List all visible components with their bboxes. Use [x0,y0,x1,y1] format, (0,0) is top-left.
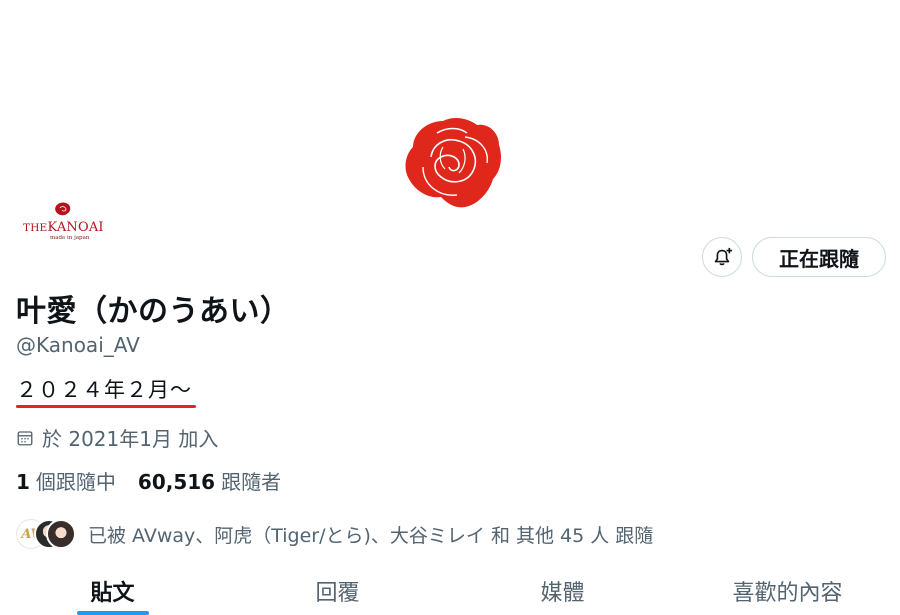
tab-replies[interactable]: 回覆 [225,565,450,615]
following-button[interactable]: 正在跟隨 [752,237,886,277]
profile-avatar[interactable]: THEKANOAI made in japan [12,190,114,260]
tab-likes[interactable]: 喜歡的內容 [675,565,900,615]
rose-logo-icon [405,118,501,208]
tab-media[interactable]: 媒體 [450,565,675,615]
bio-underline [16,405,196,408]
follower-avatars: AV [16,517,76,551]
profile-banner[interactable] [0,0,900,262]
following-count: 1 [16,470,30,494]
calendar-icon [17,430,33,445]
followers-stat[interactable]: 60,516 跟隨者 [138,466,281,495]
followers-label: 跟隨者 [221,470,282,494]
display-name: 叶愛（かのうあい） [16,294,291,329]
avatar-tagline: made in japan [50,235,90,241]
tab-label: 媒體 [540,581,585,606]
profile-tabs: 貼文 回覆 媒體 喜歡的內容 [0,565,900,615]
follow-stats: 1 個跟隨中 60,516 跟隨者 [16,466,281,495]
bio: ２０２４年２月～ [16,378,192,402]
notifications-button[interactable] [702,237,742,277]
tab-posts[interactable]: 貼文 [0,565,225,615]
joined-date: 於 2021年1月 加入 [16,423,218,452]
tab-label: 貼文 [90,581,135,606]
mini-rose-icon [55,202,71,216]
bell-plus-icon [714,247,733,266]
followers-count: 60,516 [137,470,216,494]
handle: @Kanoai_AV [16,333,140,357]
following-stat[interactable]: 1 個跟隨中 [16,466,116,495]
tab-label: 回覆 [315,581,360,606]
active-tab-indicator [76,611,149,615]
joined-text: 於 2021年1月 加入 [42,427,219,451]
followed-by[interactable]: AV 已被 AVway、阿虎（Tiger/とら)、大谷ミレイ 和 其他 45 人… [16,517,653,551]
follower-avatar [46,519,76,549]
tab-label: 喜歡的內容 [732,581,843,606]
followed-by-text: 已被 AVway、阿虎（Tiger/とら)、大谷ミレイ 和 其他 45 人 跟隨 [88,524,654,547]
avatar-brand: THEKANOAI [23,220,104,235]
following-label: 個跟隨中 [35,470,116,494]
